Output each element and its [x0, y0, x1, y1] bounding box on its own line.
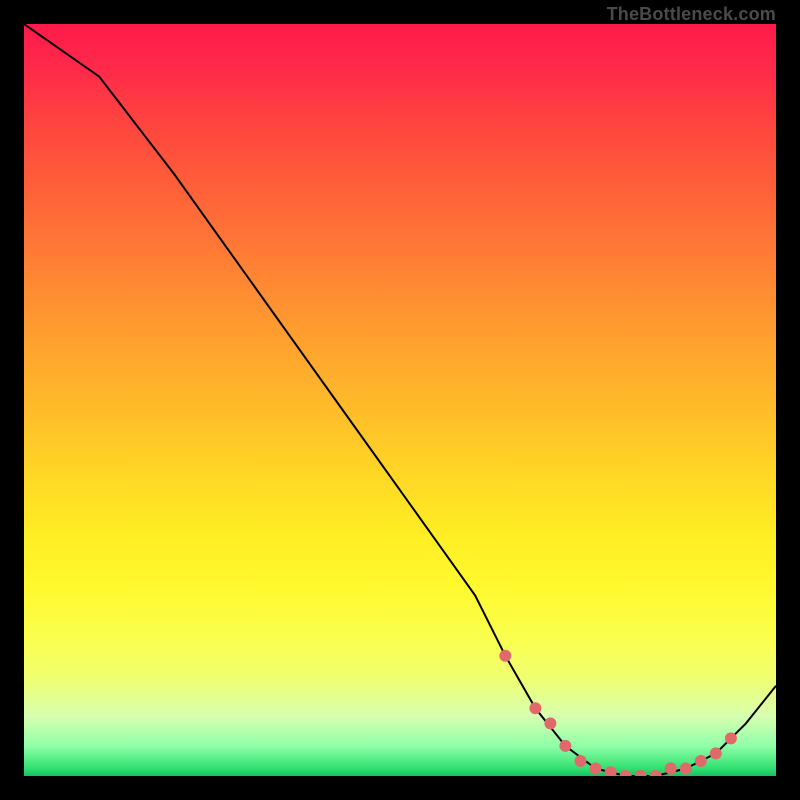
marker-point [695, 755, 707, 767]
curve-layer [24, 24, 776, 776]
plot-area [24, 24, 776, 776]
chart-svg [24, 24, 776, 776]
marker-point [605, 766, 617, 776]
marker-point [665, 763, 677, 775]
marker-point [680, 763, 692, 775]
marker-point [710, 747, 722, 759]
marker-point [650, 770, 662, 776]
marker-layer [499, 650, 737, 776]
marker-point [620, 770, 632, 776]
marker-point [725, 732, 737, 744]
attribution-text: TheBottleneck.com [607, 4, 776, 25]
bottleneck-curve [24, 24, 776, 776]
marker-point [529, 702, 541, 714]
chart-frame: TheBottleneck.com [0, 0, 800, 800]
marker-point [559, 740, 571, 752]
marker-point [575, 755, 587, 767]
marker-point [544, 717, 556, 729]
marker-point [499, 650, 511, 662]
marker-point [635, 770, 647, 776]
marker-point [590, 763, 602, 775]
